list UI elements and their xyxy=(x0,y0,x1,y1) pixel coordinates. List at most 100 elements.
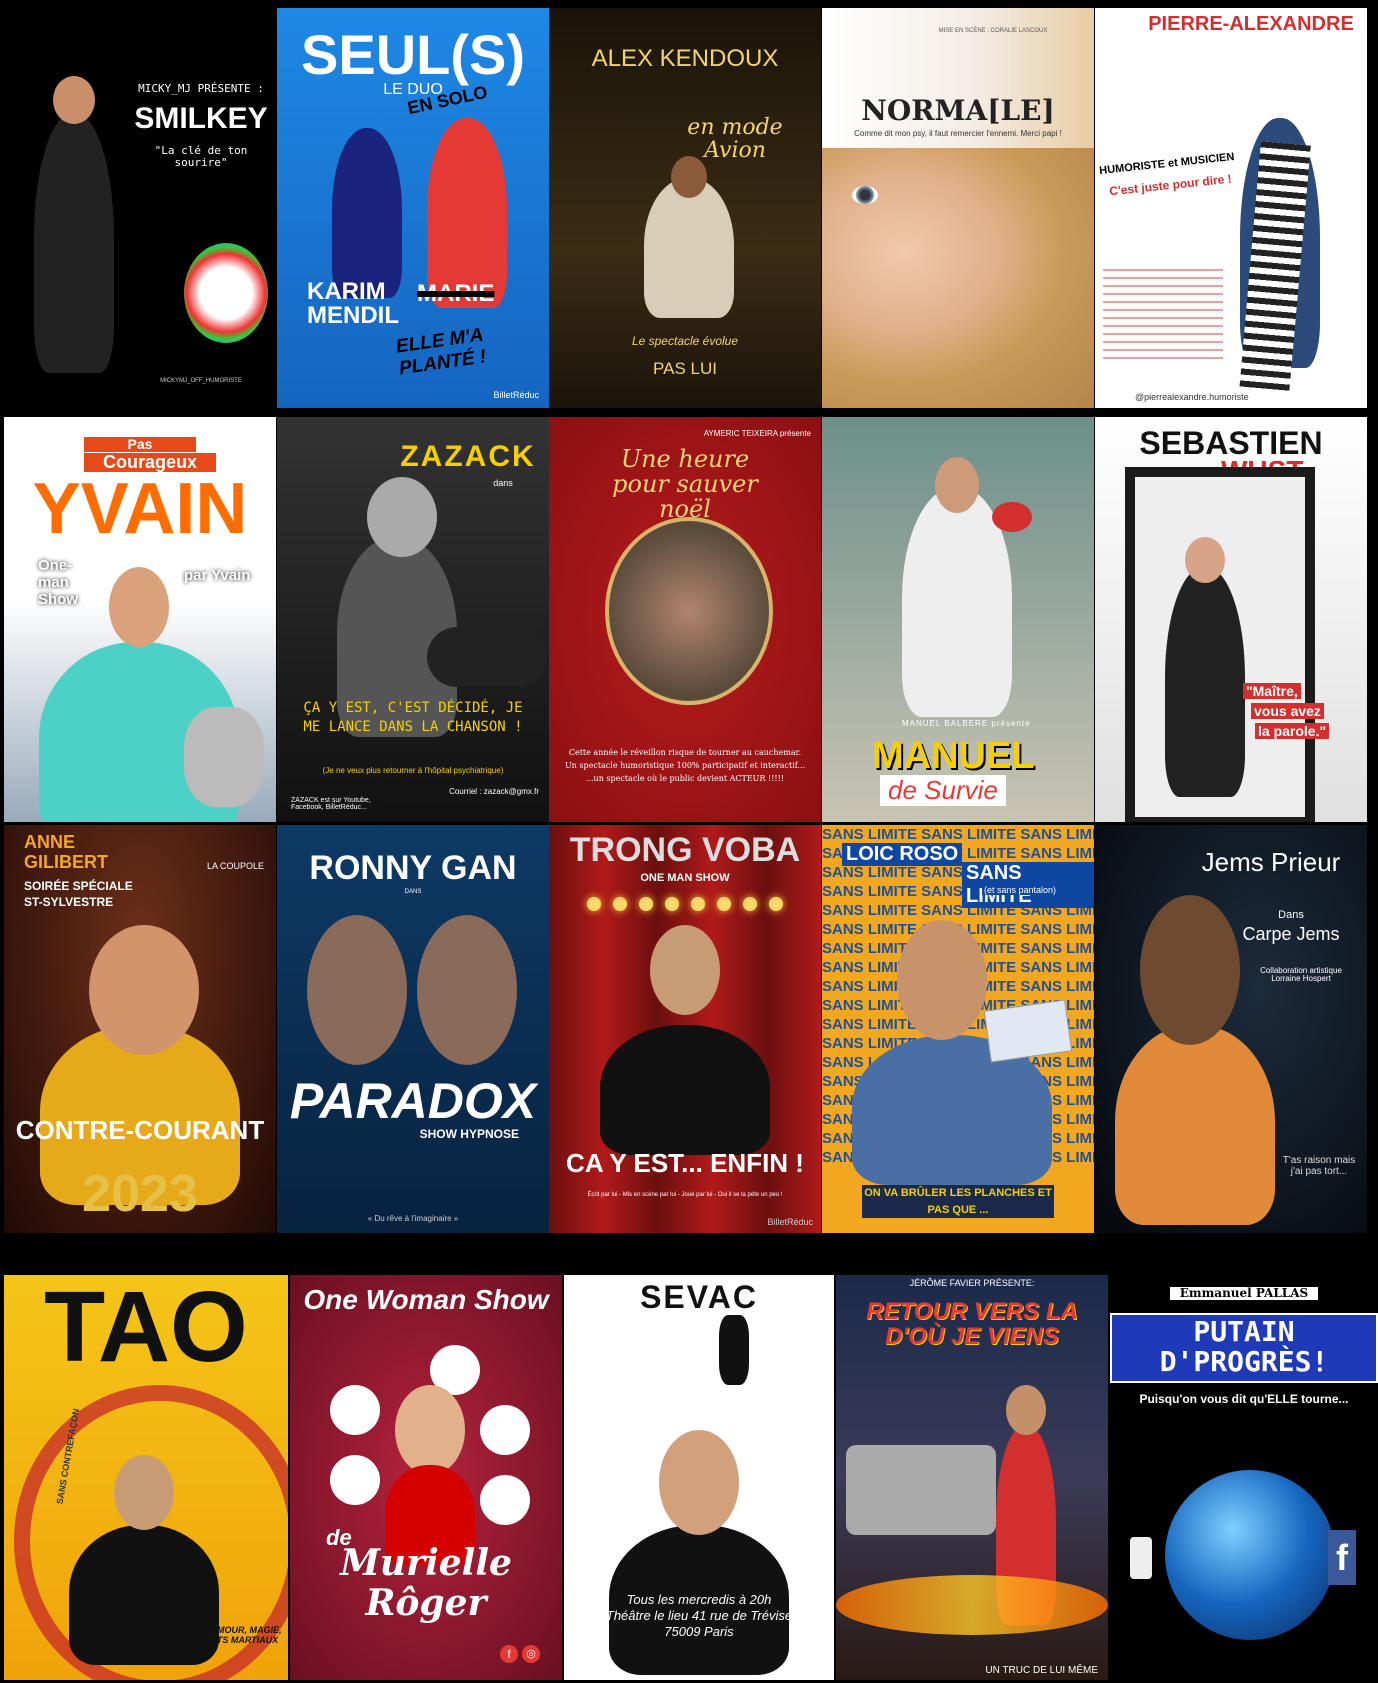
presenter-text: JÉRÔME FAVIER PRÉSENTE: xyxy=(909,1278,1035,1288)
right-text: par Yvain xyxy=(184,567,251,584)
tagline: Puisqu'on vous dit qu'ELLE tourne... xyxy=(1139,1392,1349,1406)
left-text: One-man Show xyxy=(38,557,78,608)
facebook-icon[interactable]: f xyxy=(500,1645,518,1663)
tagline: T'as raison mais j'ai pas tort... xyxy=(1282,1155,1356,1177)
title-line-1: PUTAIN xyxy=(1193,1315,1295,1348)
performer-figure xyxy=(600,1025,770,1155)
info-line-1: Tous les mercredis à 20h xyxy=(626,1592,772,1607)
performer-figure xyxy=(69,1525,219,1665)
show-name: Carpe Jems xyxy=(1242,924,1340,944)
cartoon-bubble-2 xyxy=(330,1385,380,1435)
awards-list xyxy=(1103,263,1223,363)
facebook-icon: f xyxy=(1328,1530,1356,1585)
boxing-glove-icon xyxy=(992,502,1032,532)
unicorn-logo xyxy=(184,243,268,343)
poster-retour[interactable]: JÉRÔME FAVIER PRÉSENTE: RETOUR VERS LA D… xyxy=(836,1275,1108,1680)
poster-loic[interactable]: SANS LIMITE SANS LIMITE SANS LIMITE SANS… xyxy=(822,825,1094,1233)
show-title: NORMA[LE] xyxy=(861,94,1055,127)
poster-pierre-alexandre[interactable]: PIERRE-ALEXANDRE HUMORISTE et MUSICIEN C… xyxy=(1095,8,1367,408)
performer-head xyxy=(671,156,707,198)
poster-smilkey[interactable]: MICKY_MJ PRÉSENTE : SMILKEY "La clé de t… xyxy=(4,8,276,408)
show-title: ZAZACK xyxy=(400,440,536,473)
show-title: PIERRE-ALEXANDRE xyxy=(1148,13,1354,35)
instagram-icon[interactable]: ◎ xyxy=(522,1645,540,1663)
dans-text: dans xyxy=(493,478,513,488)
performer-head xyxy=(395,1385,465,1475)
poster-sevac[interactable]: SEVAC Tous les mercredis à 20h Théâtre l… xyxy=(564,1275,834,1680)
guitar-icon xyxy=(427,627,547,687)
tagline: "La clé de ton sourire" xyxy=(154,144,248,169)
cartoon-bubble-4 xyxy=(330,1455,380,1505)
dancer-figure xyxy=(719,1315,749,1385)
show-title: SEVAC xyxy=(640,1279,758,1315)
poster-yvain[interactable]: Pas Courageux YVAIN One-man Show par Yva… xyxy=(4,417,276,822)
performer-head xyxy=(1006,1385,1046,1435)
show-title: Une heure pour sauver noël xyxy=(612,445,758,524)
poster-pallas[interactable]: Emmanuel PALLAS PUTAIN D'PROGRÈS! Puisqu… xyxy=(1110,1275,1378,1680)
info-line-3: 75009 Paris xyxy=(664,1624,734,1639)
poster-murielle[interactable]: One Woman Show de Murielle Rôger f ◎ xyxy=(290,1275,562,1680)
poster-jems[interactable]: Jems Prieur Dans Carpe Jems Collaboratio… xyxy=(1095,825,1367,1233)
footer-text: HUMOUR, MAGIE, ARTS MARTIAUX xyxy=(204,1625,282,1645)
tagline: ON VA BRÛLER LES PLANCHES ET PAS QUE ... xyxy=(862,1185,1054,1218)
cat-image xyxy=(184,707,264,807)
performer-head xyxy=(367,477,437,557)
poster-manuel[interactable]: MANUEL BALBERE présente MANUEL de Survie xyxy=(822,417,1094,822)
poster-tao[interactable]: TAO SANS CONTREFAÇON HUMOUR, MAGIE, ARTS… xyxy=(4,1275,288,1680)
eye-icon xyxy=(852,186,878,204)
performer-surname: Rôger xyxy=(365,1582,487,1624)
performer-head xyxy=(1185,537,1225,583)
cartoon-bubble-3 xyxy=(480,1405,530,1455)
fire-trail xyxy=(836,1575,1108,1635)
show-name: CA Y EST... ENFIN ! xyxy=(566,1148,804,1178)
poster-seuls[interactable]: SEUL(S) LE DUO EN SOLO KARIM MENDIL MARI… xyxy=(277,8,549,408)
earth-globe xyxy=(1165,1470,1335,1640)
poster-zazack[interactable]: ZAZACK dans ÇA Y EST, C'EST DÉCIDÉ, JE M… xyxy=(277,417,549,822)
credit-text: MISE EN SCÈNE : CORALIE LASCOUX xyxy=(938,28,1048,34)
performer-head xyxy=(650,925,720,1015)
show-subtitle: SOIRÉE SPÉCIALE ST-SYLVESTRE xyxy=(24,879,133,909)
show-name: CONTRE-COURANT xyxy=(15,1115,265,1145)
quote-line-3: la parole." xyxy=(1255,723,1330,739)
show-title: LOIC ROSO xyxy=(842,843,963,866)
performer-head xyxy=(109,567,169,647)
show-title: RONNY GAN xyxy=(309,849,517,887)
handle-text: MICKYMJ_OFF_HUMORISTE xyxy=(160,378,242,384)
tagline: Le spectacle évolue xyxy=(631,334,739,348)
brand-text: BilletRéduc xyxy=(493,390,539,400)
main-text: ÇA Y EST, C'EST DÉCIDÉ, JE ME LANCE DANS… xyxy=(303,700,523,735)
poster-anne[interactable]: ANNE GILIBERT SOIRÉE SPÉCIALE ST-SYLVEST… xyxy=(4,825,276,1233)
show-subtitle: ONE MAN SHOW xyxy=(640,872,730,884)
performer-name: KARIM MENDIL xyxy=(307,278,399,329)
performer-head xyxy=(89,925,199,1055)
car-image xyxy=(846,1445,996,1535)
show-title: RETOUR VERS LA D'OÙ JE VIENS xyxy=(866,1298,1078,1351)
performer-name: Murielle xyxy=(340,1542,512,1584)
wreath-frame xyxy=(605,517,773,705)
poster-noel[interactable]: AYMERIC TEIXEIRA présente Une heure pour… xyxy=(549,417,821,822)
cartoon-bubble-5 xyxy=(480,1475,530,1525)
poster-ronny[interactable]: RONNY GAN DANS PARADOX SHOW HYPNOSE « Du… xyxy=(277,825,549,1233)
footer-text: UN TRUC DE LUI MÊME xyxy=(985,1665,1098,1676)
performer-figure xyxy=(34,113,114,373)
performer-head xyxy=(114,1455,174,1530)
performer-figure xyxy=(644,178,734,318)
performer-head xyxy=(1140,895,1240,1045)
poster-sebastien[interactable]: SEBASTIEN WUST "Maître, vous avez la par… xyxy=(1095,417,1367,822)
show-subtitle: SHOW HYPNOSE xyxy=(419,1127,519,1141)
show-title: One Woman Show xyxy=(303,1284,549,1315)
show-title: SMILKEY xyxy=(134,102,268,135)
body-text: Cette année le réveillon risque de tourn… xyxy=(564,748,806,783)
show-title: Jems Prieur xyxy=(1201,847,1341,877)
performer-head xyxy=(53,76,95,124)
poster-norma[interactable]: MISE EN SCÈNE : CORALIE LASCOUX NORMA[LE… xyxy=(822,8,1094,408)
crossed-name: MARIE xyxy=(417,280,495,307)
poster-trong[interactable]: TRONG VOBA ONE MAN SHOW CA Y EST... ENFI… xyxy=(549,825,821,1233)
info-line-2: Théâtre le lieu 41 rue de Trévise xyxy=(605,1608,793,1623)
presenter-text: MICKY_MJ PRÉSENTE : xyxy=(138,82,264,95)
presenter-text: AYMERIC TEIXEIRA présente xyxy=(703,429,811,438)
poster-kendoux[interactable]: ALEX KENDOUX en mode Avion Le spectacle … xyxy=(549,8,821,408)
quote-line-1: "Maître, xyxy=(1243,683,1301,699)
face-right xyxy=(417,915,517,1065)
show-title: ANNE GILIBERT xyxy=(24,832,108,872)
